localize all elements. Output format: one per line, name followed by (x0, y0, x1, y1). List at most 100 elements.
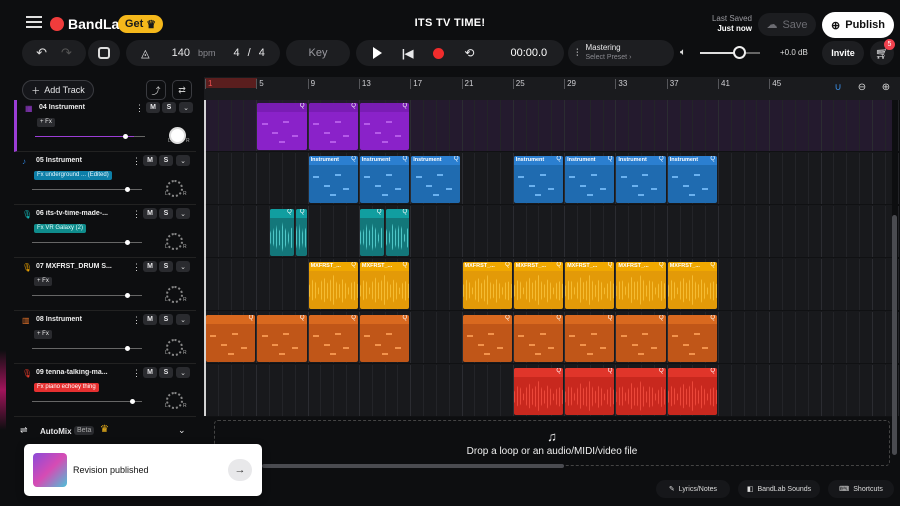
track-lane[interactable]: Instrument Q Instrument Q Instrument Q Instrum… (204, 153, 899, 205)
audio-clip[interactable]: Q (565, 315, 615, 362)
loop-clip-icon[interactable]: Q (403, 103, 408, 109)
track-header[interactable]: 🎙︎ 09 tenna-talking-ma... ⋮ M S ⌄ Fx pia… (14, 365, 196, 417)
pan-knob[interactable] (166, 392, 183, 409)
audio-clip[interactable]: MXFRST_... Q (359, 262, 410, 309)
audio-clip[interactable]: Q (257, 315, 307, 362)
pan-knob[interactable] (166, 286, 183, 303)
zoom-in-icon[interactable]: ⊕ (876, 82, 896, 96)
time-sig-numerator[interactable]: 4 (234, 47, 240, 59)
solo-button[interactable]: S (159, 367, 173, 378)
revision-toast[interactable]: Revision published → (24, 444, 262, 496)
track-header[interactable]: ▦ 04 Instrument ⋮ M S ⌄ + Fx L R (14, 100, 196, 152)
audio-clip[interactable]: Q (513, 368, 564, 415)
play-icon[interactable] (372, 47, 382, 59)
loop-clip-icon[interactable]: Q (608, 368, 613, 374)
mixer-button[interactable] (88, 40, 120, 66)
track-volume-knob[interactable] (130, 399, 135, 404)
menu-icon[interactable] (26, 16, 42, 28)
loop-clip-icon[interactable]: Q (300, 315, 305, 321)
lyrics-notes-button[interactable]: ✎ Lyrics/Notes (656, 480, 730, 498)
chevron-down-icon[interactable]: ⌄ (178, 425, 186, 436)
chevron-down-icon[interactable]: ⌄ (179, 102, 193, 113)
loop-clip-icon[interactable]: Q (351, 315, 356, 321)
vertical-scrollbar[interactable] (892, 215, 897, 455)
chevron-down-icon[interactable]: ⌄ (176, 367, 190, 378)
pan-knob[interactable] (166, 180, 183, 197)
more-options-icon[interactable]: ⋮ (135, 103, 144, 114)
loop-clip-icon[interactable]: Q (403, 262, 408, 268)
loop-clip-icon[interactable]: Q (403, 209, 408, 215)
tempo-timesig[interactable]: ◬ 140 bpm 4 / 4 (126, 40, 280, 66)
loop-clip-icon[interactable]: Q (403, 315, 408, 321)
more-options-icon[interactable]: ⋮ (132, 262, 141, 273)
track-volume-slider[interactable] (35, 136, 145, 137)
audio-clip[interactable]: Instrument Q (308, 156, 358, 203)
tempo-value[interactable]: 140 (172, 47, 190, 59)
track-name[interactable]: 05 Instrument (36, 157, 126, 164)
audio-clip[interactable]: MXFRST_... Q (462, 262, 512, 309)
arrangement-area[interactable]: Q Q Q Instrument Q Instrument Q Instrument Q Inst… (204, 100, 899, 417)
more-options-icon[interactable]: ⋮ (132, 209, 141, 220)
loop-clip-icon[interactable]: Q (608, 315, 613, 321)
loop-clip-icon[interactable]: Q (608, 156, 613, 162)
fx-chip[interactable]: Fx underground ... (Edited) (34, 171, 112, 180)
loop-clip-icon[interactable]: Q (403, 156, 408, 162)
audio-clip[interactable]: Q (462, 315, 512, 362)
track-lane[interactable]: QQQQ (204, 365, 899, 417)
loop-clip-icon[interactable]: Q (351, 103, 356, 109)
publish-button[interactable]: ⊕ Publish (822, 12, 894, 38)
drop-zone[interactable]: ♫ Drop a loop or an audio/MIDI/video fil… (214, 420, 890, 466)
speaker-icon[interactable]: 🔈︎ (680, 47, 686, 58)
shortcuts-button[interactable]: ⌨ Shortcuts (828, 480, 894, 498)
audio-clip[interactable]: Instrument Q (667, 156, 717, 203)
audio-clip[interactable]: Instrument Q (513, 156, 564, 203)
audio-clip[interactable]: Q (270, 209, 294, 256)
audio-clip[interactable]: Q (359, 209, 384, 256)
mute-button[interactable]: M (143, 155, 157, 166)
mute-button[interactable]: M (143, 208, 157, 219)
audio-clip[interactable]: Q (308, 315, 358, 362)
loop-clip-icon[interactable]: Q (608, 262, 613, 268)
pan-knob[interactable] (166, 233, 183, 250)
solo-button[interactable]: S (159, 155, 173, 166)
more-options-icon[interactable]: ⋮ (132, 368, 141, 379)
mute-button[interactable]: M (143, 367, 157, 378)
undo-icon[interactable]: ↶ (36, 45, 47, 61)
mute-button[interactable]: M (146, 102, 160, 113)
audio-clip[interactable]: MXFRST_... Q (513, 262, 564, 309)
more-options-icon[interactable]: ⋮ (132, 156, 141, 167)
save-button[interactable]: ☁ Save (758, 13, 816, 36)
chevron-down-icon[interactable]: ⌄ (176, 261, 190, 272)
bandlab-sounds-button[interactable]: ◧ BandLab Sounds (738, 480, 820, 498)
loop-clip-icon[interactable]: Q (377, 209, 382, 215)
project-title[interactable]: ITS TV TIME! (330, 17, 570, 29)
audio-clip[interactable]: MXFRST_... Q (616, 262, 666, 309)
loop-clip-icon[interactable]: Q (300, 209, 305, 215)
track-name[interactable]: 04 Instrument (39, 104, 129, 111)
fx-chip[interactable]: Fx VR Galaxy (2) (34, 224, 87, 233)
track-header[interactable]: ▥ 08 Instrument ⋮ M S ⌄ + Fx L R (14, 312, 196, 364)
invite-button[interactable]: Invite (822, 41, 864, 65)
audio-clip[interactable]: Q (513, 315, 564, 362)
metronome-icon[interactable]: ◬ (141, 47, 149, 60)
loop-clip-icon[interactable]: Q (300, 103, 305, 109)
audio-clip[interactable]: MXFRST_... Q (565, 262, 615, 309)
redo-icon[interactable]: ↷ (61, 45, 72, 61)
fx-chip[interactable]: Fx piano echoey thing (34, 383, 99, 392)
loop-clip-icon[interactable]: Q (659, 315, 664, 321)
solo-button[interactable]: S (159, 314, 173, 325)
automix-row[interactable]: ⇌ AutoMix Beta ♛ ⌄ (0, 420, 200, 442)
zoom-out-icon[interactable]: ⊖ (852, 82, 872, 96)
track-lane[interactable]: QQQ (204, 100, 899, 152)
get-membership-button[interactable]: Get ♛ (118, 15, 163, 33)
pan-knob[interactable] (169, 127, 186, 144)
audio-clip[interactable]: Q (206, 315, 256, 362)
track-name[interactable]: 07 MXFRST_DRUM S... (36, 263, 126, 270)
track-name[interactable]: 06 its-tv-time-made-... (36, 210, 126, 217)
loop-clip-icon[interactable]: Q (556, 262, 561, 268)
arrow-right-icon[interactable]: → (228, 459, 252, 481)
loop-clip-icon[interactable]: Q (287, 209, 292, 215)
loop-icon[interactable]: ⟲ (464, 46, 474, 60)
audio-clip[interactable]: Q (359, 103, 410, 150)
audio-clip[interactable]: Instrument Q (616, 156, 666, 203)
